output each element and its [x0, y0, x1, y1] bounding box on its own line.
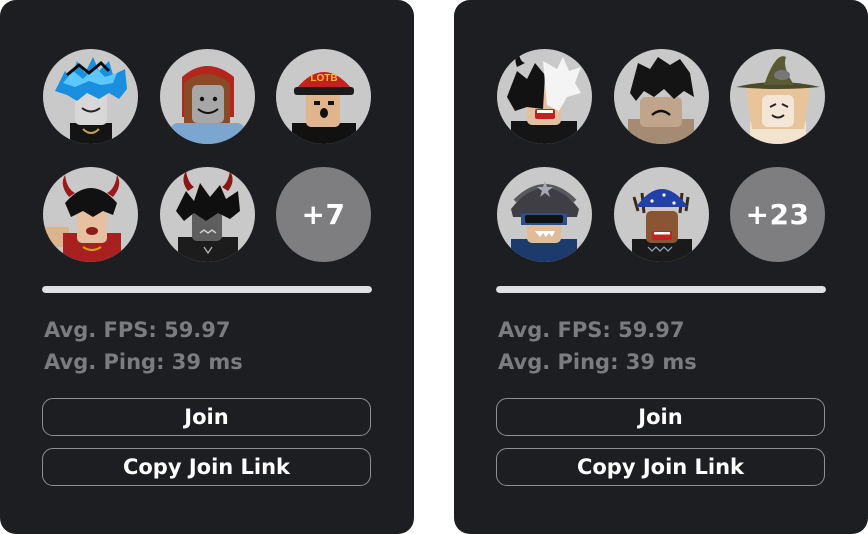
avg-fps-label: Avg. FPS: 59.97	[44, 318, 231, 342]
avg-ping-label: Avg. Ping: 39 ms	[498, 350, 697, 374]
avatar-red-horns-icon[interactable]	[43, 167, 138, 262]
avatar-fur-hat-icon[interactable]	[497, 167, 592, 262]
avatar-witch-hat-icon[interactable]	[730, 49, 825, 144]
avg-fps-label: Avg. FPS: 59.97	[498, 318, 685, 342]
avg-ping-label: Avg. Ping: 39 ms	[44, 350, 243, 374]
server-capacity-fill	[42, 286, 372, 293]
player-avatar-grid: +23	[497, 49, 827, 264]
server-card: +23 Avg. FPS: 59.97 Avg. Ping: 39 ms Joi…	[454, 0, 868, 534]
server-capacity-bar	[496, 286, 826, 293]
copy-join-link-button[interactable]: Copy Join Link	[496, 448, 825, 486]
avatar-horns-dark-hair-icon[interactable]	[160, 167, 255, 262]
avatar-blue-hair-icon[interactable]	[43, 49, 138, 144]
more-players-count: +23	[730, 167, 825, 262]
player-avatar-grid: LOTB +7	[43, 49, 373, 264]
more-players-count: +7	[276, 167, 371, 262]
svg-text:LOTB: LOTB	[310, 73, 337, 84]
join-button[interactable]: Join	[496, 398, 825, 436]
join-button[interactable]: Join	[42, 398, 371, 436]
avatar-white-mask-icon[interactable]	[497, 49, 592, 144]
server-capacity-fill	[496, 286, 826, 293]
avatar-red-hood-icon[interactable]	[160, 49, 255, 144]
server-capacity-bar	[42, 286, 372, 293]
server-card: LOTB +7 Avg. FPS: 59.97 Avg. Ping: 39 ms…	[0, 0, 414, 534]
avatar-blue-bandana-icon[interactable]	[614, 167, 709, 262]
copy-join-link-button[interactable]: Copy Join Link	[42, 448, 371, 486]
avatar-red-cap-icon[interactable]: LOTB	[276, 49, 371, 144]
server-list: LOTB +7 Avg. FPS: 59.97 Avg. Ping: 39 ms…	[0, 0, 868, 534]
avatar-sad-face-icon[interactable]	[614, 49, 709, 144]
